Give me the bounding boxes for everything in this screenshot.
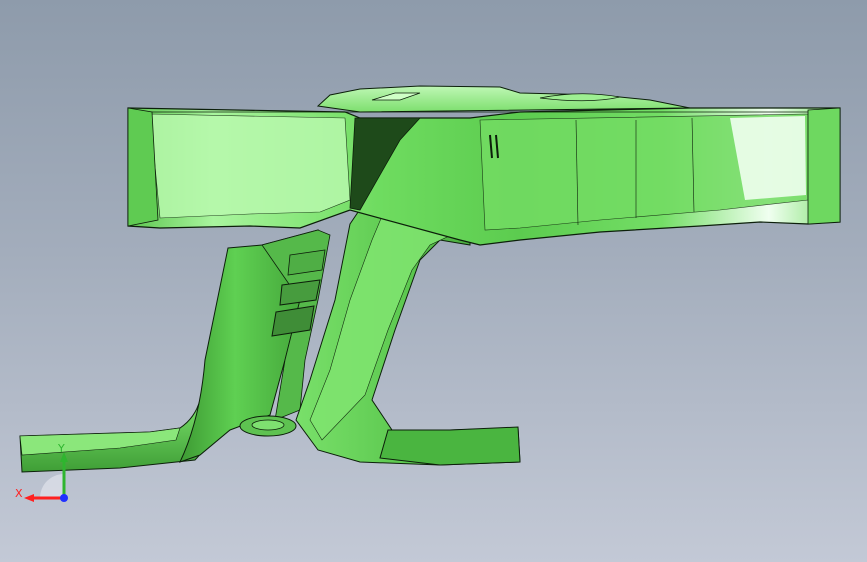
boss-hole-inner: [251, 419, 285, 431]
triad-shadow-quadrant: [40, 474, 64, 498]
triad-z-axis-dot: [60, 494, 68, 502]
top-body-left-panel: [149, 113, 351, 219]
triad-x-arrowhead: [24, 494, 34, 502]
triad-y-label: Y: [58, 442, 65, 455]
right-end-cap: [807, 107, 841, 225]
graphics-viewport[interactable]: X Y: [0, 0, 867, 562]
triad-x-label: X: [15, 487, 23, 500]
3d-model-part[interactable]: [0, 0, 867, 562]
right-foot: [379, 426, 521, 466]
top-ridge: [316, 85, 691, 113]
